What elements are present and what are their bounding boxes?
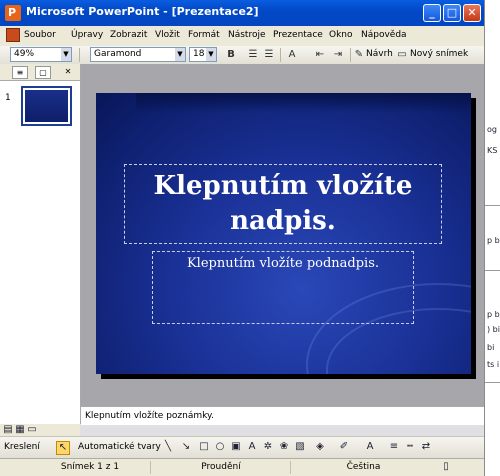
new-slide-icon: ▭ bbox=[397, 49, 407, 60]
maximize-icon: □ bbox=[446, 6, 458, 19]
slideshow-icon[interactable]: ▭ bbox=[26, 424, 38, 436]
notes-placeholder: Klepnutím vložíte poznámky. bbox=[85, 411, 214, 421]
draw-menu[interactable]: Kreslení bbox=[4, 442, 40, 452]
background-divider bbox=[485, 382, 500, 383]
maximize-button[interactable]: □ bbox=[443, 4, 461, 22]
drawing-toolbar: Kreslení ↖ Automatické tvary ╲ ↘ □ ○ ▣ A… bbox=[0, 436, 484, 457]
increase-font-icon[interactable]: A bbox=[285, 48, 299, 62]
menu-soubor[interactable]: Soubor bbox=[24, 30, 56, 40]
background-text: ts i bbox=[487, 360, 500, 369]
close-icon: ✕ bbox=[467, 6, 477, 19]
menu-bar: Soubor Úpravy Zobrazit Vložit Formát Nás… bbox=[0, 26, 484, 46]
toolbar-separator bbox=[350, 48, 351, 62]
clipart-icon[interactable]: ❀ bbox=[278, 441, 290, 453]
minimize-button[interactable]: _ bbox=[423, 4, 441, 22]
menu-prezentace[interactable]: Prezentace bbox=[273, 30, 323, 40]
window-title: Microsoft PowerPoint - [Prezentace2] bbox=[26, 5, 259, 18]
oval-icon[interactable]: ○ bbox=[214, 441, 226, 453]
toolbar-separator bbox=[280, 48, 281, 62]
new-slide-button[interactable]: Nový snímek bbox=[410, 49, 468, 59]
menu-upravy[interactable]: Úpravy bbox=[71, 30, 103, 40]
title-bar[interactable]: Microsoft PowerPoint - [Prezentace2] _ □… bbox=[0, 0, 484, 26]
bold-button[interactable]: B bbox=[224, 48, 238, 62]
rectangle-icon[interactable]: □ bbox=[198, 441, 210, 453]
decrease-indent-icon[interactable]: ⇤ bbox=[313, 48, 327, 62]
background-text: ) bi bbox=[487, 325, 500, 334]
slide[interactable]: Klepnutím vložíte nadpis. Klepnutím vlož… bbox=[96, 93, 471, 374]
fill-color-icon[interactable]: ◈ bbox=[314, 441, 326, 453]
menu-okno[interactable]: Okno bbox=[329, 30, 353, 40]
status-language: Čeština bbox=[290, 461, 436, 474]
powerpoint-app-icon[interactable] bbox=[5, 5, 21, 21]
chevron-down-icon: ▼ bbox=[175, 48, 185, 61]
formatting-toolbar: 49% ▼ Garamond ▼ 18 ▼ B ☰ ☰ A ⇤ ⇥ ✎ Návrh ▭… bbox=[0, 46, 484, 65]
line-color-icon[interactable]: ✐ bbox=[338, 441, 350, 453]
font-color-icon[interactable]: A bbox=[364, 441, 376, 453]
line-style-icon[interactable]: ≡ bbox=[388, 441, 400, 453]
close-button[interactable]: ✕ bbox=[463, 4, 481, 22]
powerpoint-window: Microsoft PowerPoint - [Prezentace2] _ □… bbox=[0, 0, 484, 476]
toolbar-separator bbox=[79, 48, 80, 62]
menu-format[interactable]: Formát bbox=[188, 30, 220, 40]
spellcheck-icon[interactable]: ▯ bbox=[440, 461, 452, 473]
design-button[interactable]: Návrh bbox=[366, 49, 393, 59]
menu-zobrazit[interactable]: Zobrazit bbox=[110, 30, 147, 40]
slide-canvas: Klepnutím vložíte nadpis. Klepnutím vlož… bbox=[81, 64, 484, 406]
background-divider bbox=[485, 270, 500, 271]
status-design-name: Proudění bbox=[150, 461, 291, 474]
title-placeholder[interactable]: Klepnutím vložíte nadpis. bbox=[124, 164, 442, 244]
background-text: og bbox=[487, 125, 497, 134]
autoshapes-menu[interactable]: Automatické tvary bbox=[78, 442, 161, 452]
status-slide-count: Snímek 1 z 1 bbox=[60, 462, 120, 472]
document-icon[interactable] bbox=[6, 28, 20, 42]
arrow-style-icon[interactable]: ⇄ bbox=[420, 441, 432, 453]
diagram-icon[interactable]: ✲ bbox=[262, 441, 274, 453]
line-icon[interactable]: ╲ bbox=[162, 441, 174, 453]
menu-vlozit[interactable]: Vložit bbox=[155, 30, 180, 40]
textbox-icon[interactable]: ▣ bbox=[230, 441, 242, 453]
background-text: p b bbox=[487, 310, 500, 319]
font-size-select[interactable]: 18 ▼ bbox=[189, 47, 217, 62]
increase-indent-icon[interactable]: ⇥ bbox=[331, 48, 345, 62]
font-value: Garamond bbox=[94, 49, 142, 59]
design-icon: ✎ bbox=[354, 49, 364, 60]
slides-pane: ≡ ▢ ✕ 1 bbox=[0, 64, 81, 424]
slide-thumbnail-preview bbox=[25, 90, 68, 122]
slide-sorter-icon[interactable]: ▦ bbox=[14, 424, 26, 436]
font-select[interactable]: Garamond ▼ bbox=[90, 47, 186, 62]
numbered-list-icon[interactable]: ☰ bbox=[246, 48, 260, 62]
view-buttons: ▤ ▦ ▭ bbox=[0, 424, 80, 436]
subtitle-placeholder[interactable]: Klepnutím vložíte podnadpis. bbox=[152, 251, 414, 324]
background-text: KS bbox=[487, 146, 498, 155]
menu-nastroje[interactable]: Nástroje bbox=[228, 30, 266, 40]
dash-style-icon[interactable]: ┅ bbox=[404, 441, 416, 453]
wordart-icon[interactable]: A bbox=[246, 441, 258, 453]
slide-number: 1 bbox=[5, 93, 11, 103]
notes-pane[interactable]: Klepnutím vložíte poznámky. bbox=[81, 406, 484, 425]
close-pane-icon[interactable]: ✕ bbox=[60, 66, 76, 79]
background-window: og KS p b p b ) bi bi ts i bbox=[484, 0, 500, 476]
status-bar: Snímek 1 z 1 Proudění Čeština ▯ bbox=[0, 458, 484, 476]
slides-tab-icon[interactable]: ▢ bbox=[35, 66, 51, 79]
select-cursor-icon[interactable]: ↖ bbox=[56, 441, 70, 455]
pane-tabs: ≡ ▢ ✕ bbox=[0, 64, 80, 81]
zoom-select[interactable]: 49% ▼ bbox=[10, 47, 72, 62]
slide-thumbnail[interactable] bbox=[21, 86, 72, 126]
background-divider bbox=[485, 205, 500, 206]
menu-napoveda[interactable]: Nápověda bbox=[361, 30, 407, 40]
background-text: bi bbox=[487, 343, 495, 352]
chevron-down-icon: ▼ bbox=[206, 48, 216, 61]
outline-tab-icon[interactable]: ≡ bbox=[12, 66, 28, 79]
arrow-icon[interactable]: ↘ bbox=[180, 441, 192, 453]
background-text: p b bbox=[487, 236, 500, 245]
bulleted-list-icon[interactable]: ☰ bbox=[262, 48, 276, 62]
picture-icon[interactable]: ▧ bbox=[294, 441, 306, 453]
zoom-value: 49% bbox=[14, 49, 35, 59]
font-size-value: 18 bbox=[193, 49, 205, 59]
chevron-down-icon: ▼ bbox=[61, 48, 71, 61]
normal-view-icon[interactable]: ▤ bbox=[2, 424, 14, 436]
minimize-icon: _ bbox=[429, 6, 435, 19]
